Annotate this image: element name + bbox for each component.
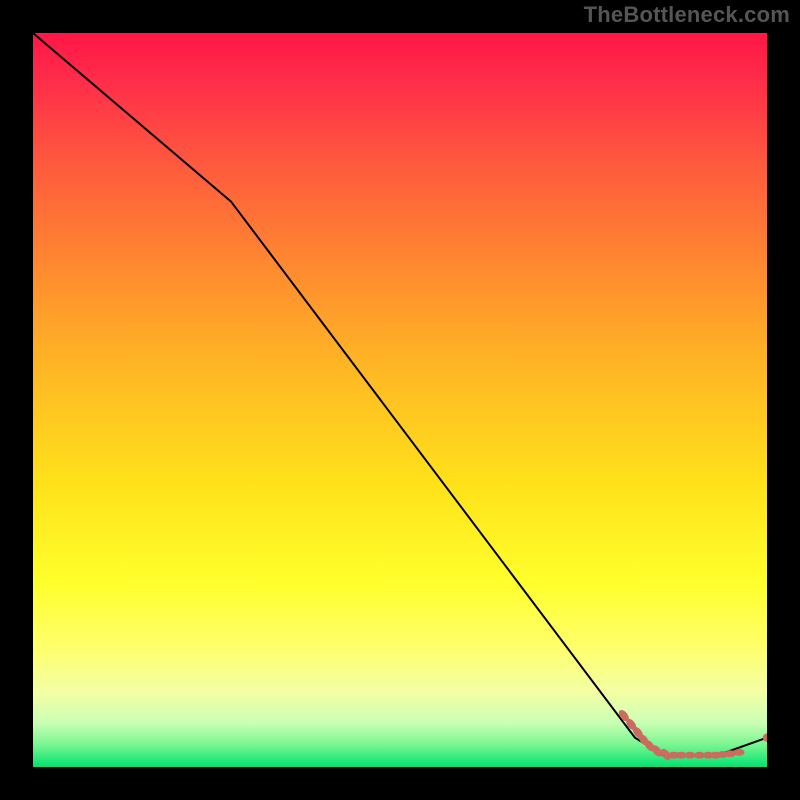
curve-line (33, 33, 767, 756)
chart-frame: TheBottleneck.com (0, 0, 800, 800)
data-marker (684, 752, 695, 759)
data-marker (734, 749, 745, 756)
marker-group (617, 708, 767, 762)
chart-overlay (33, 33, 767, 767)
data-marker (763, 733, 767, 741)
watermark-text: TheBottleneck.com (584, 2, 790, 28)
